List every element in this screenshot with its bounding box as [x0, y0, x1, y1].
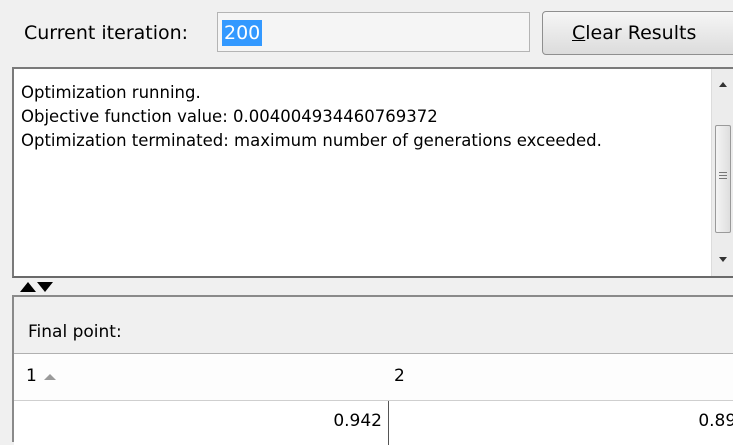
column-header-label: 2: [394, 366, 405, 386]
final-point-table: 1 2 0.942 0.891: [14, 353, 733, 445]
output-text-area[interactable]: Optimization running. Objective function…: [12, 67, 733, 278]
split-down-icon[interactable]: [37, 282, 53, 292]
current-iteration-value[interactable]: 200: [222, 20, 263, 46]
column-header-1[interactable]: 1: [14, 354, 383, 401]
scroll-down-icon[interactable]: [712, 251, 733, 271]
output-line: Optimization running.: [21, 83, 201, 102]
current-iteration-label: Current iteration:: [24, 22, 189, 44]
current-iteration-field[interactable]: 200: [217, 12, 530, 52]
output-log: Optimization running. Objective function…: [21, 81, 602, 153]
final-point-panel: Final point: 1 2 0.942 0.891: [12, 295, 733, 445]
scroll-thumb[interactable]: [715, 125, 731, 233]
sort-ascending-icon: [44, 374, 56, 380]
column-header-label: 1: [26, 366, 37, 386]
split-up-icon[interactable]: [20, 282, 36, 292]
panel-splitter[interactable]: [12, 279, 733, 295]
table-cell[interactable]: 0.891: [382, 401, 733, 445]
output-line: Objective function value: 0.004004934460…: [21, 107, 438, 126]
output-line: Optimization terminated: maximum number …: [21, 131, 602, 150]
clear-results-button[interactable]: Clear Results: [542, 11, 733, 55]
final-point-label: Final point:: [28, 322, 122, 342]
output-scrollbar[interactable]: [711, 69, 733, 276]
scroll-grip-icon: [719, 172, 727, 181]
column-header-2[interactable]: 2: [382, 354, 733, 401]
table-cell[interactable]: 0.942: [14, 401, 389, 445]
scroll-up-icon[interactable]: [712, 75, 733, 95]
clear-results-label: lear Results: [585, 22, 697, 44]
clear-results-accelerator: C: [572, 22, 586, 44]
